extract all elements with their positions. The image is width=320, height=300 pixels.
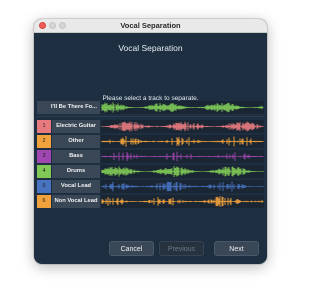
track-waveform[interactable] [101, 150, 264, 163]
track-label: Bass [52, 150, 100, 163]
track-number: 1 [37, 120, 51, 133]
waveform-icon [101, 121, 264, 132]
mix-track-waveform[interactable] [101, 101, 264, 114]
track-waveform[interactable] [101, 165, 264, 178]
mix-track-row[interactable]: I'll Be There Fo... [37, 101, 264, 114]
track-row-drums[interactable]: 4 Drums [37, 165, 264, 178]
track-label: Drums [52, 165, 100, 178]
window-title: Vocal Separation [120, 21, 181, 30]
cancel-button[interactable]: Cancel [109, 241, 154, 256]
track-row-bass[interactable]: 3 Bass [37, 150, 264, 163]
track-row-non-vocal-lead[interactable]: 6 Non Vocal Lead [37, 195, 264, 208]
track-number: 3 [37, 150, 51, 163]
track-label: Non Vocal Lead [52, 195, 100, 208]
waveform-icon [101, 151, 264, 162]
next-button[interactable]: Next [214, 241, 259, 256]
track-number: 5 [37, 180, 51, 193]
track-row-vocal-lead[interactable]: 5 Vocal Lead [37, 180, 264, 193]
track-row-other[interactable]: 2 Other [37, 135, 264, 148]
track-number: 2 [37, 135, 51, 148]
title-bar: Vocal Separation [34, 19, 267, 33]
track-label: Other [52, 135, 100, 148]
page-heading: Vocal Separation [118, 43, 183, 53]
track-waveform[interactable] [101, 180, 264, 193]
mix-track-label: I'll Be There Fo... [37, 101, 100, 114]
previous-button[interactable]: Previous [159, 241, 204, 256]
waveform-icon [101, 181, 264, 192]
waveform-icon [101, 102, 264, 113]
waveform-icon [101, 136, 264, 147]
waveform-icon [101, 166, 264, 177]
track-waveform[interactable] [101, 195, 264, 208]
track-number: 6 [37, 195, 51, 208]
vocal-separation-window: Vocal Separation Vocal Separation Please… [34, 19, 267, 264]
track-row-electric-guitar[interactable]: 1 Electric Guitar [37, 120, 264, 133]
track-number: 4 [37, 165, 51, 178]
track-label: Vocal Lead [52, 180, 100, 193]
divider [37, 116, 264, 117]
track-waveform[interactable] [101, 135, 264, 148]
track-waveform[interactable] [101, 120, 264, 133]
track-label: Electric Guitar [52, 120, 100, 133]
waveform-icon [101, 196, 264, 207]
